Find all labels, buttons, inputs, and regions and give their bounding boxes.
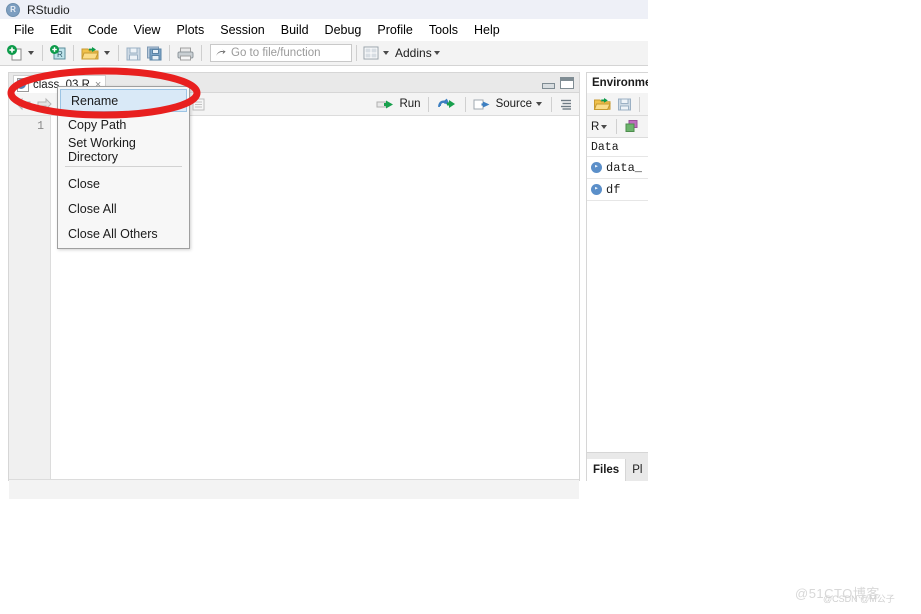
main-toolbar: R Go to file/function Addins (0, 41, 648, 66)
editor-toolbar-separator (464, 96, 466, 112)
menu-help[interactable]: Help (466, 21, 508, 40)
editor-run-group: Run Source (374, 95, 575, 113)
files-plots-pane-tabs: Files Pl (586, 452, 648, 481)
forward-arrow-icon[interactable] (34, 95, 55, 113)
save-icon[interactable] (123, 43, 144, 63)
compile-report-icon[interactable] (189, 95, 208, 113)
minimize-pane-icon[interactable] (542, 83, 555, 89)
show-document-outline-icon[interactable] (557, 95, 575, 113)
menu-tools[interactable]: Tools (421, 21, 466, 40)
context-menu-item-copy-path[interactable]: Copy Path (58, 112, 189, 137)
environment-toolbar (587, 93, 648, 116)
environment-variable-name: df (606, 182, 621, 197)
menu-session[interactable]: Session (212, 21, 272, 40)
context-menu-item-close[interactable]: Close (58, 171, 189, 196)
goto-file-placeholder: Go to file/function (231, 47, 321, 59)
addins-button[interactable]: Addins (395, 46, 432, 60)
tab-environment[interactable]: Environme (587, 73, 648, 93)
tab-files[interactable]: Files (587, 459, 627, 481)
open-file-dropdown-caret-icon[interactable] (104, 51, 110, 55)
rstudio-logo-icon: R (6, 2, 20, 17)
pane-controls (542, 77, 574, 89)
window-title: RStudio (27, 2, 70, 17)
new-file-icon[interactable] (4, 43, 26, 63)
new-project-icon[interactable]: R (47, 43, 69, 63)
source-button[interactable]: Source (471, 95, 534, 113)
toolbar-separator (118, 45, 119, 61)
addins-caret-icon[interactable] (433, 51, 440, 55)
watermark-csdn: @CSDN @M公子 (823, 594, 895, 604)
menu-debug[interactable]: Debug (317, 21, 370, 40)
pane-layout-icon[interactable] (361, 43, 381, 63)
goto-file-function-input[interactable]: Go to file/function (210, 44, 352, 62)
context-menu-item-rename[interactable]: Rename (60, 89, 187, 112)
goto-arrow-icon (216, 48, 226, 56)
save-icon[interactable] (614, 94, 634, 114)
menu-code[interactable]: Code (80, 21, 126, 40)
environment-tab-row: Environme (587, 73, 648, 93)
title-bar: R RStudio (0, 0, 648, 19)
rerun-icon[interactable] (434, 95, 460, 113)
open-folder-icon[interactable] (78, 43, 102, 63)
rstudio-window: R RStudio File Edit Code View Plots Sess… (0, 0, 921, 614)
grid-view-icon[interactable] (622, 117, 642, 137)
environment-selector-row: R (587, 116, 648, 138)
menu-file[interactable]: File (6, 21, 42, 40)
toolbar-separator (356, 45, 357, 61)
source-label: Source (495, 98, 532, 110)
editor-gutter: 1 (9, 116, 51, 479)
environment-toolbar-separator (639, 96, 640, 112)
environment-pane: Environme R Data ▸ data_ ▸ df (586, 72, 648, 481)
tab-plots[interactable]: Pl (626, 459, 648, 481)
toolbar-separator (42, 45, 43, 61)
context-menu-item-close-all-others[interactable]: Close All Others (58, 221, 189, 246)
environment-variable-name: data_ (606, 160, 643, 175)
menu-view[interactable]: View (126, 21, 169, 40)
environment-toolbar-separator (616, 119, 618, 134)
context-menu-separator (65, 166, 182, 167)
toolbar-separator (169, 45, 170, 61)
menu-bar: File Edit Code View Plots Session Build … (0, 19, 648, 41)
expand-arrow-icon[interactable]: ▸ (591, 162, 602, 173)
editor-toolbar-separator (551, 96, 552, 112)
environment-row-data[interactable]: ▸ data_ (587, 157, 648, 179)
maximize-pane-icon[interactable] (560, 77, 574, 89)
pane-layout-caret-icon[interactable] (383, 51, 389, 55)
expand-arrow-icon[interactable]: ▸ (591, 184, 602, 195)
save-all-icon[interactable] (144, 43, 165, 63)
new-file-dropdown-caret-icon[interactable] (28, 51, 34, 55)
editor-toolbar-separator (427, 96, 429, 112)
toolbar-separator (73, 45, 74, 61)
environment-section-header: Data (587, 138, 648, 157)
context-menu-item-close-all[interactable]: Close All (58, 196, 189, 221)
back-arrow-icon[interactable] (13, 95, 34, 113)
menu-build[interactable]: Build (273, 21, 317, 40)
environment-selector-label[interactable]: R (591, 121, 599, 133)
environment-row-df[interactable]: ▸ df (587, 179, 648, 201)
context-menu-item-set-working-directory[interactable]: Set Working Directory (58, 136, 189, 164)
environment-selector-caret-icon[interactable] (601, 124, 608, 129)
line-number: 1 (37, 120, 44, 133)
print-icon[interactable] (174, 43, 197, 63)
run-button[interactable]: Run (374, 95, 422, 113)
menu-edit[interactable]: Edit (42, 21, 80, 40)
menu-profile[interactable]: Profile (369, 21, 420, 40)
r-script-icon (16, 77, 29, 92)
source-caret-icon[interactable] (536, 102, 542, 106)
toolbar-separator (201, 45, 202, 61)
run-label: Run (399, 98, 421, 110)
tab-context-menu: Rename Copy Path Set Working Directory C… (57, 86, 190, 249)
menu-plots[interactable]: Plots (168, 21, 212, 40)
open-folder-icon[interactable] (591, 94, 614, 114)
editor-status-bar (9, 479, 579, 499)
